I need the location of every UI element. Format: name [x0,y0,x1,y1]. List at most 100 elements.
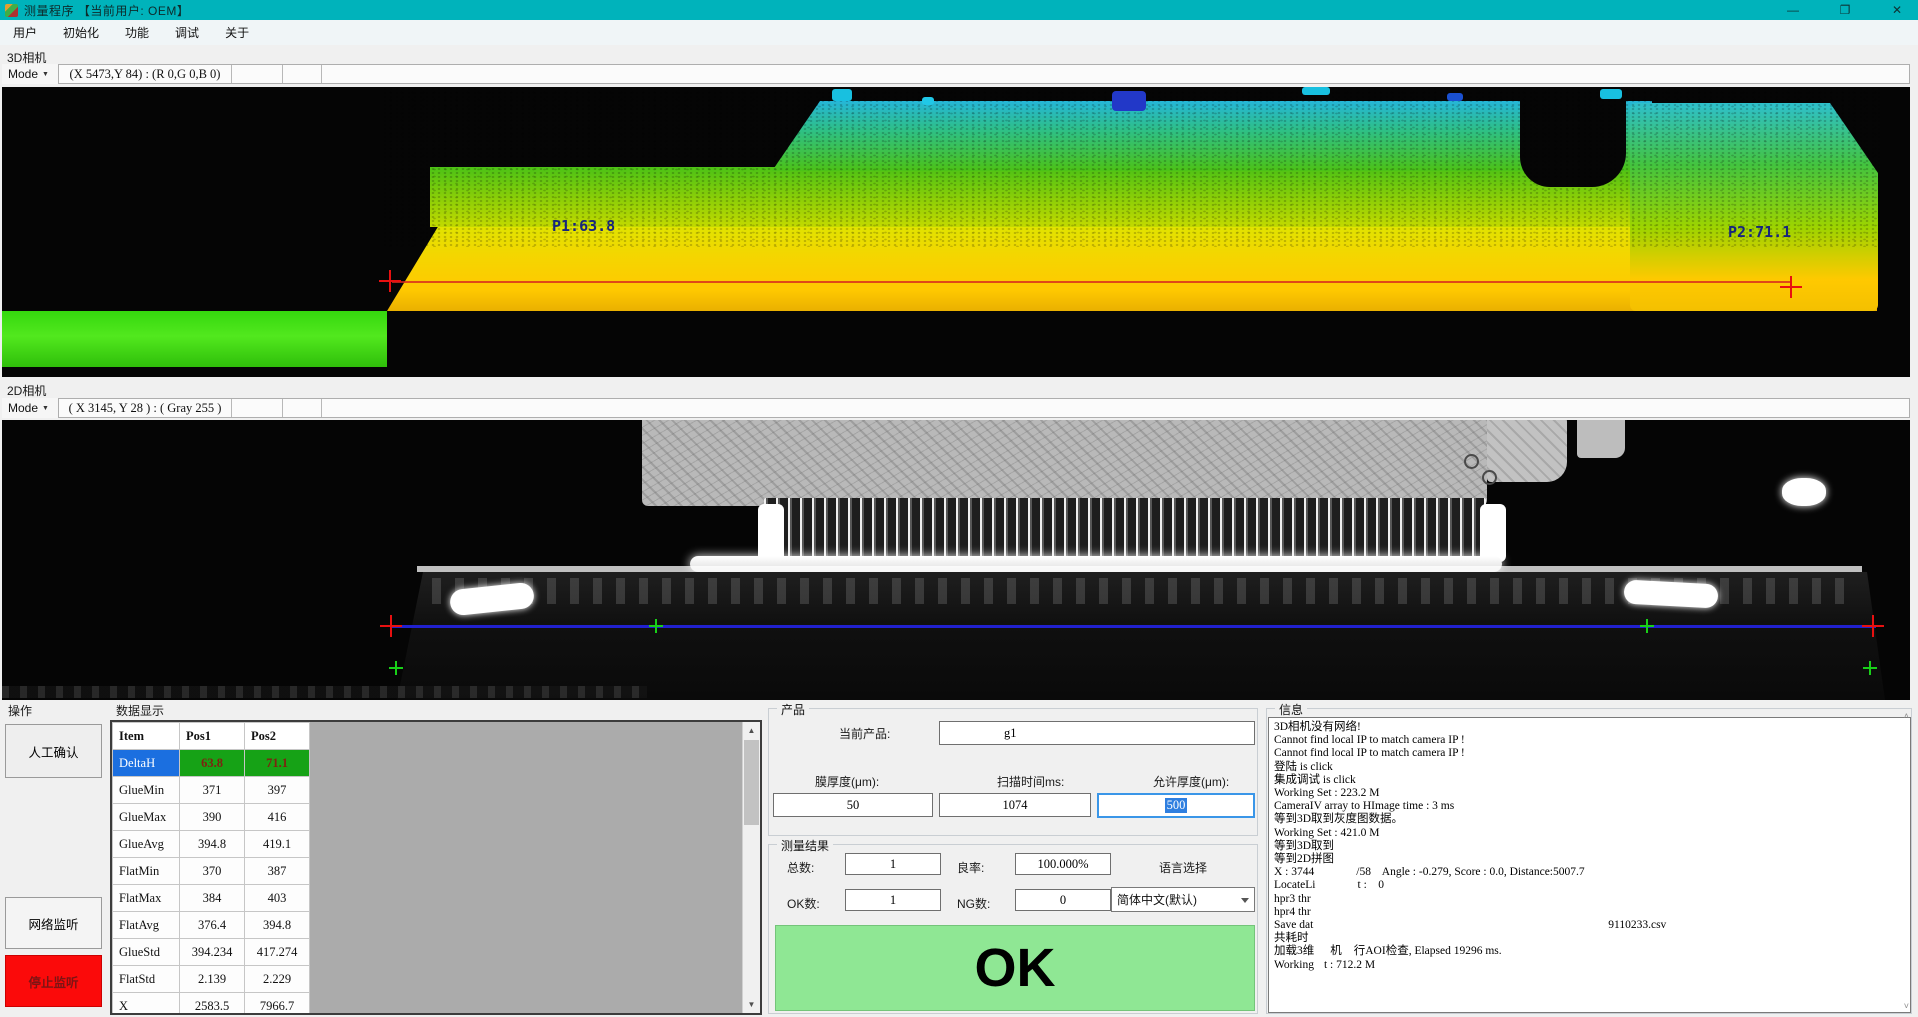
table-row[interactable]: GlueStd394.234417.274 [113,939,310,966]
pcb-region [642,420,1487,506]
speck [1447,93,1463,101]
menu-item-0[interactable]: 用户 [7,22,43,43]
menu-item-3[interactable]: 调试 [169,22,205,43]
camera2d-status-cell [322,399,1909,417]
speck [1600,89,1622,99]
product-group-label: 产品 [777,701,809,718]
log-line: 加载3维机行AOI检查, Elapsed 19296 ms. [1274,945,1905,958]
table-row[interactable]: GlueMin371397 [113,777,310,804]
total-input[interactable]: 1 [845,853,941,875]
log-line: Workingt : 712.2 M [1274,959,1905,972]
chevron-down-icon: ▼ [42,71,49,78]
stop-listen-button[interactable]: 停止监听 [5,955,102,1007]
chevron-down-icon: ▼ [42,405,49,412]
table-row[interactable]: FlatMin370387 [113,858,310,885]
scan-time-label: 扫描时间ms: [997,773,1064,790]
floor-debris [2,686,647,698]
allowed-thickness-input[interactable]: 500 [1097,793,1255,818]
scrollbar-thumb[interactable] [744,740,759,825]
log-line: 登陆 is click [1274,761,1905,774]
speck [922,97,934,105]
network-listen-button[interactable]: 网络监听 [5,897,102,949]
glue-blob-right [1623,580,1718,609]
table-row[interactable]: FlatStd2.1392.229 [113,966,310,993]
camera3d-status-cell [232,65,283,83]
col-item: Item [113,723,180,750]
log-line: 等到3D取到灰度图数据。 [1274,813,1905,826]
info-log[interactable]: 3D相机没有网络!Cannot find local IP to match c… [1268,717,1911,1013]
yield-input[interactable]: 100.000% [1015,853,1111,875]
table-row[interactable]: FlatMax384403 [113,885,310,912]
yield-label: 良率: [957,859,984,876]
camera2d-status-cell [283,399,322,417]
speck [1112,91,1146,111]
scroll-up-icon[interactable]: ˄ [1904,711,1909,721]
language-select[interactable]: 简体中文(默认) [1111,887,1255,912]
scan-time-input[interactable]: 1074 [939,793,1091,817]
camera3d-status-cell [283,65,322,83]
log-line: Cannot find local IP to match camera IP … [1274,734,1905,747]
log-line: X : 3744/58 Angle : -0.279, Score : 0.0,… [1274,866,1905,879]
results-group-label: 测量结果 [777,837,833,854]
scroll-down-icon[interactable]: ▼ [743,996,760,1013]
menu-bar: 用户初始化功能调试关于 [0,20,1918,45]
restore-button[interactable]: ❐ [1832,0,1858,20]
log-line: 等到3D取到 [1274,840,1905,853]
table-scrollbar[interactable]: ▲ ▼ [742,722,760,1013]
film-thickness-input[interactable]: 50 [773,793,933,817]
camera2d-mode-dropdown[interactable]: Mode ▼ [2,398,58,418]
film-thickness-label: 膜厚度(μm): [815,773,879,790]
ng-count-input[interactable]: 0 [1015,889,1111,911]
table-row[interactable]: GlueMax390416 [113,804,310,831]
scroll-up-icon[interactable]: ▲ [743,722,760,739]
application-window: 测量程序 【当前用户: OEM】 — ❐ ✕ 用户初始化功能调试关于 3D相机 … [0,0,1918,1017]
pcb-nub [1577,420,1625,458]
ok-count-input[interactable]: 1 [845,889,941,911]
minimize-button[interactable]: — [1780,0,1806,20]
info-group-label: 信息 [1275,701,1307,718]
col-pos2: Pos2 [245,723,310,750]
table-row[interactable]: X2583.57966.7 [113,993,310,1016]
camera3d-mode-dropdown[interactable]: Mode ▼ [2,64,58,84]
log-line: 等到2D拼图 [1274,853,1905,866]
table-row[interactable]: GlueAvg394.8419.1 [113,831,310,858]
ng-count-label: NG数: [957,895,990,912]
manual-confirm-button[interactable]: 人工确认 [5,724,102,778]
camera3d-view[interactable]: P1:63.8 P2:71.1 [2,87,1910,377]
title-bar: 测量程序 【当前用户: OEM】 — ❐ ✕ [0,0,1918,20]
table-row[interactable]: FlatAvg376.4394.8 [113,912,310,939]
fiducial-mark [1464,454,1479,469]
bottom-panel: 操作 人工确认 网络监听 停止监听 数据显示 Item Pos1 Pos2 De… [0,700,1918,1017]
log-line: CameraIV array to HImage time : 3 ms [1274,800,1905,813]
data-display-group-label: 数据显示 [116,702,164,719]
log-line: hpr4 thr [1274,906,1905,919]
current-product-label: 当前产品: [839,725,890,742]
p1-measurement-label: P1:63.8 [552,217,615,235]
speck [1302,87,1330,95]
log-line: Save dat9110233.csv [1274,919,1905,932]
data-table: Item Pos1 Pos2 DeltaH63.871.1GlueMin3713… [112,722,310,1015]
camera3d-status-cell [322,65,1909,83]
measure-line-3d [392,281,1790,283]
table-row[interactable]: DeltaH63.871.1 [113,750,310,777]
camera3d-pixel-readout: (X 5473,Y 84) : (R 0,G 0,B 0) [59,65,232,83]
camera2d-view[interactable] [2,420,1910,700]
scroll-down-icon[interactable]: ˅ [1904,1001,1909,1011]
green-cross-marker [389,661,403,675]
chevron-down-icon [1241,898,1249,903]
results-groupbox: 测量结果 总数: 1 良率: 100.000% 语言选择 OK数: 1 NG数:… [768,844,1258,1014]
current-product-input[interactable]: g1 [939,721,1255,745]
menu-item-1[interactable]: 初始化 [57,22,105,43]
log-line: 集成调试 is click [1274,774,1905,787]
menu-item-2[interactable]: 功能 [119,22,155,43]
log-line: Cannot find local IP to match camera IP … [1274,747,1905,760]
selected-text: 500 [1165,798,1188,813]
p2-measurement-label: P2:71.1 [1728,223,1791,241]
data-table-container: Item Pos1 Pos2 DeltaH63.871.1GlueMin3713… [110,720,762,1015]
result-status-banner: OK [775,925,1255,1011]
close-button[interactable]: ✕ [1884,0,1910,20]
speck [832,89,852,101]
menu-item-4[interactable]: 关于 [219,22,255,43]
log-line: 3D相机没有网络! [1274,721,1905,734]
product-groupbox: 产品 当前产品: g1 膜厚度(μm): 扫描时间ms: 允许厚度(μm): 5… [768,708,1258,836]
